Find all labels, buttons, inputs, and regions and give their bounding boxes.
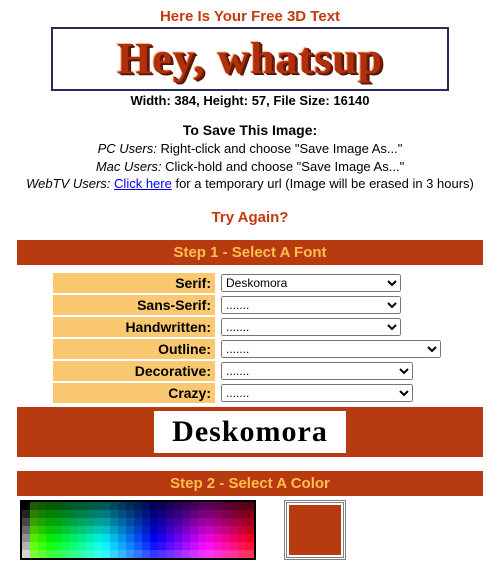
font-row-label: Crazy:: [53, 383, 215, 403]
font-preview-box: Deskomora: [154, 411, 346, 453]
font-select[interactable]: .......: [221, 340, 441, 358]
font-preview-text: Deskomora: [172, 415, 328, 448]
selected-color-frame: [284, 500, 346, 560]
step1-title-bar: Step 1 - Select A Font: [17, 240, 483, 265]
font-select-table: Serif: Deskomora Sans-Serif:....... Handwri…: [51, 271, 449, 405]
try-again-link[interactable]: Try Again?: [10, 209, 490, 226]
generated-image-frame: Hey, whatsup: [51, 27, 449, 91]
image-meta: Width: 384, Height: 57, File Size: 16140: [10, 93, 490, 108]
meta-filesize: 16140: [333, 93, 369, 108]
font-select[interactable]: Deskomora: [221, 274, 401, 292]
webtv-temp-url-link[interactable]: Click here: [114, 176, 172, 191]
generated-3d-text: Hey, whatsup: [117, 37, 383, 81]
font-row-label: Decorative:: [53, 361, 215, 381]
save-instruction-mac: Mac Users: Click-hold and choose "Save I…: [10, 158, 490, 176]
font-preview-bar: Deskomora: [17, 407, 483, 457]
meta-height: 57: [252, 93, 266, 108]
save-heading: To Save This Image:: [10, 122, 490, 138]
font-row-label: Serif:: [53, 273, 215, 293]
font-select[interactable]: .......: [221, 384, 413, 402]
color-palette[interactable]: [20, 500, 256, 560]
step2-title-bar: Step 2 - Select A Color: [17, 471, 483, 496]
font-row-label: Sans-Serif:: [53, 295, 215, 315]
pc-users-label: PC Users:: [98, 141, 157, 156]
selected-color-swatch: [289, 505, 341, 555]
font-select[interactable]: .......: [221, 318, 401, 336]
font-select[interactable]: .......: [221, 296, 401, 314]
meta-width: 384: [174, 93, 196, 108]
font-select[interactable]: .......: [221, 362, 413, 380]
mac-users-label: Mac Users:: [96, 159, 162, 174]
page-header: Here Is Your Free 3D Text: [10, 8, 490, 25]
save-instruction-pc: PC Users: Right-click and choose "Save I…: [10, 140, 490, 158]
webtv-users-label: WebTV Users:: [26, 176, 110, 191]
save-instruction-webtv: WebTV Users: Click here for a temporary …: [10, 175, 490, 193]
font-row-label: Outline:: [53, 339, 215, 359]
font-row-label: Handwritten:: [53, 317, 215, 337]
